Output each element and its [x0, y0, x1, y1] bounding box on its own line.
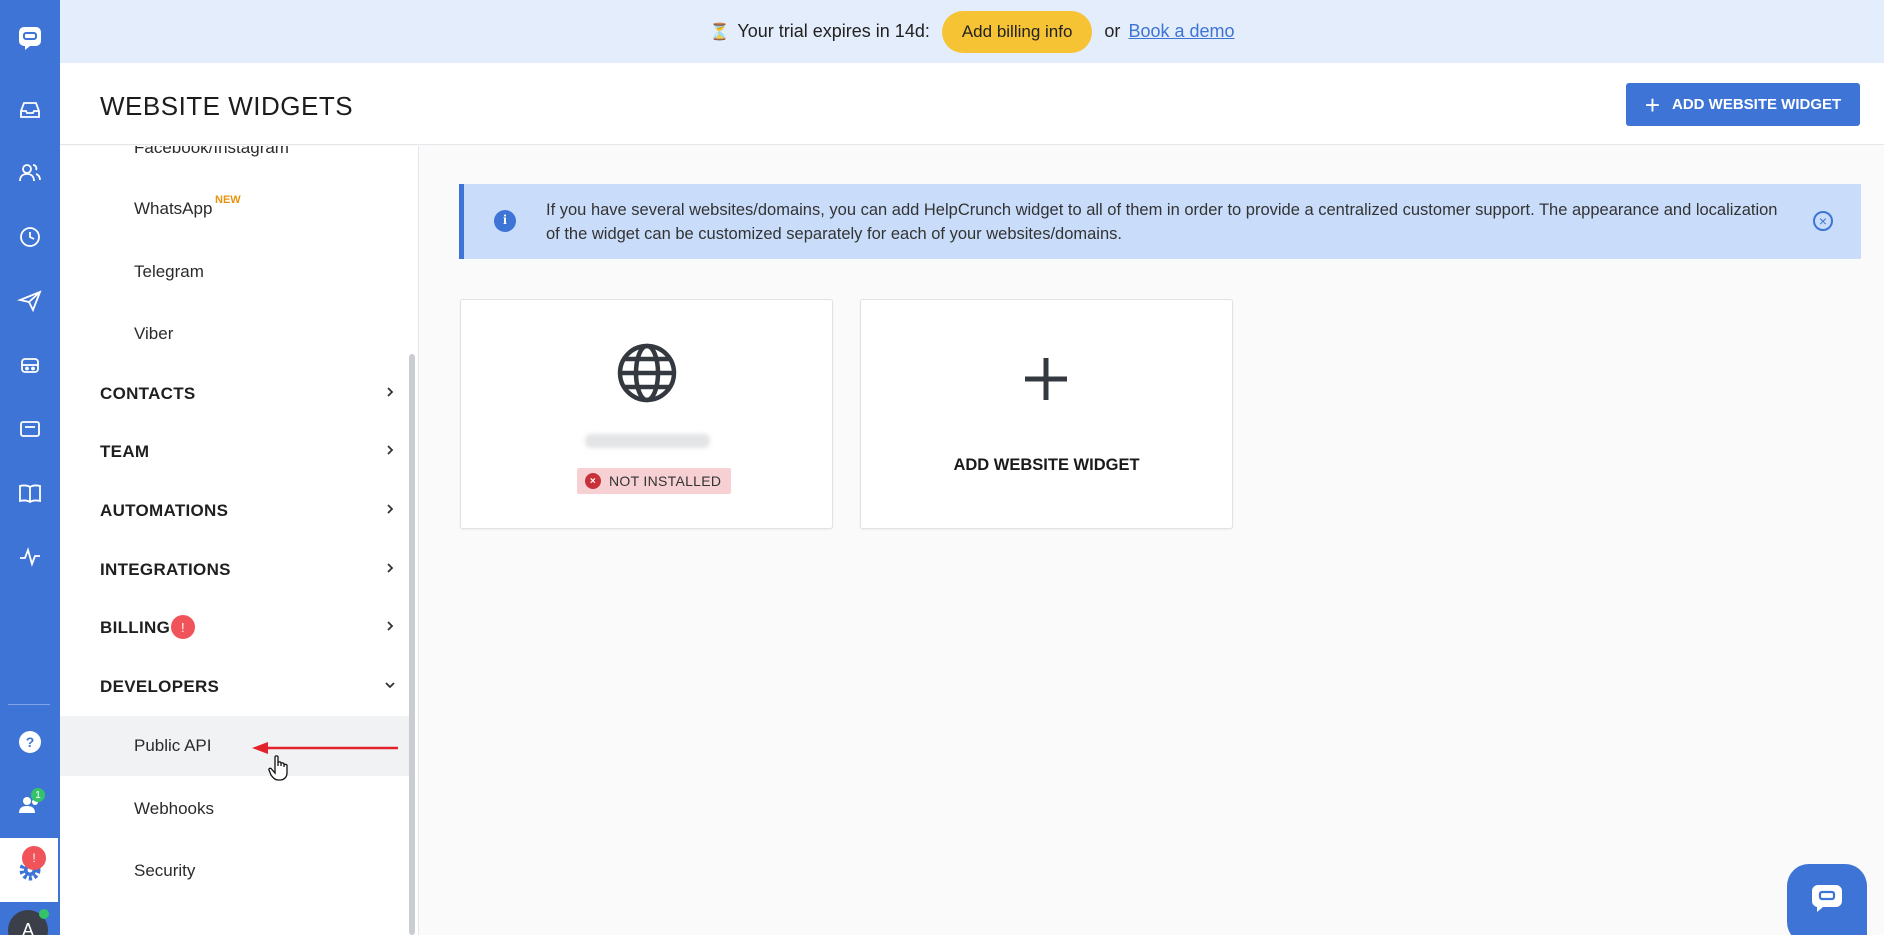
page-title: WEBSITE WIDGETS [100, 91, 354, 121]
status-label: NOT INSTALLED [609, 473, 722, 489]
hand-cursor-icon [268, 755, 288, 781]
trial-text: Your trial expires in 14d: [737, 21, 930, 41]
billing-alert-badge: ! [171, 615, 195, 639]
sidebar-section-automations[interactable]: AUTOMATIONS [100, 501, 400, 521]
annotation-arrow-icon [252, 742, 398, 754]
add-website-widget-card[interactable]: ADD WEBSITE WIDGET [860, 299, 1233, 529]
sidebar-item-public-api[interactable]: Public API [134, 736, 212, 756]
svg-text:?: ? [26, 734, 35, 750]
app-rail: ? 1 ! A [0, 0, 60, 935]
hourglass-icon: ⏳ [709, 23, 730, 41]
sidebar-scrollbar[interactable] [409, 354, 415, 935]
sidebar-item-facebook-instagram[interactable]: Facebook/Instagram [134, 146, 289, 158]
rail-divider [8, 704, 50, 705]
close-icon[interactable]: × [1813, 211, 1833, 231]
section-label: BILLING [100, 618, 171, 637]
sidebar-section-integrations[interactable]: INTEGRATIONS [100, 560, 400, 580]
online-status-dot [39, 909, 49, 919]
info-text: If you have several websites/domains, yo… [546, 201, 1778, 243]
globe-icon [617, 343, 677, 403]
section-label: TEAM [100, 442, 150, 461]
chevron-right-icon [387, 445, 394, 455]
section-label: DEVELOPERS [100, 677, 220, 696]
team-icon[interactable] [0, 785, 60, 825]
sidebar-section-contacts[interactable]: CONTACTS [100, 384, 400, 404]
send-icon[interactable] [0, 281, 60, 321]
chevron-right-icon [387, 387, 394, 397]
settings-alert-badge: ! [22, 846, 46, 870]
add-website-widget-button[interactable]: + ADD WEBSITE WIDGET [1626, 83, 1860, 126]
status-badge: × NOT INSTALLED [577, 468, 732, 494]
sidebar-section-team[interactable]: TEAM [100, 442, 400, 462]
chevron-right-icon [387, 621, 394, 631]
sidebar-section-billing[interactable]: BILLING ! [100, 615, 400, 639]
add-website-widget-card-label: ADD WEBSITE WIDGET [953, 456, 1140, 474]
new-tag: NEW [215, 194, 241, 206]
sidebar-item-whatsapp[interactable]: WhatsApp [134, 199, 212, 219]
contacts-icon[interactable] [0, 153, 60, 193]
history-icon[interactable] [0, 217, 60, 257]
bot-icon[interactable] [0, 345, 60, 385]
team-badge: 1 [31, 788, 45, 802]
add-website-widget-label: ADD WEBSITE WIDGET [1672, 96, 1842, 113]
sidebar-item-security[interactable]: Security [134, 861, 195, 881]
plus-icon [1025, 358, 1067, 400]
section-label: AUTOMATIONS [100, 501, 229, 520]
add-billing-button[interactable]: Add billing info [941, 10, 1093, 53]
ticket-icon[interactable] [0, 409, 60, 449]
info-icon: i [494, 210, 516, 232]
section-label: INTEGRATIONS [100, 560, 231, 579]
book-demo-link[interactable]: Book a demo [1128, 21, 1234, 42]
section-label: CONTACTS [100, 384, 196, 403]
page-header: WEBSITE WIDGETS + ADD WEBSITE WIDGET [60, 63, 1884, 145]
error-icon: × [585, 473, 601, 489]
settings-sidebar: Facebook/Instagram WhatsApp NEW Telegram… [60, 146, 419, 935]
chevron-right-icon [387, 563, 394, 573]
inbox-icon[interactable] [0, 90, 60, 130]
help-icon[interactable]: ? [0, 722, 60, 762]
chevron-right-icon [387, 504, 394, 514]
trial-banner: ⏳ Your trial expires in 14d: Add billing… [60, 0, 1884, 63]
chevron-down-icon [385, 682, 395, 689]
chat-icon [1812, 885, 1842, 912]
sidebar-section-developers[interactable]: DEVELOPERS [100, 677, 400, 697]
plus-icon: + [1644, 89, 1660, 120]
chat-widget-button[interactable] [1787, 864, 1867, 935]
sidebar-item-webhooks[interactable]: Webhooks [134, 799, 214, 819]
sidebar-item-viber[interactable]: Viber [134, 324, 173, 344]
knowledge-base-icon[interactable] [0, 473, 60, 513]
website-widget-card[interactable]: × NOT INSTALLED [460, 299, 833, 529]
activity-icon[interactable] [0, 537, 60, 577]
chat-logo-icon[interactable] [0, 18, 60, 58]
sidebar-item-telegram[interactable]: Telegram [134, 262, 204, 282]
widget-domain-redacted [585, 434, 710, 448]
info-banner: i If you have several websites/domains, … [459, 184, 1861, 259]
or-text: or [1104, 21, 1121, 41]
